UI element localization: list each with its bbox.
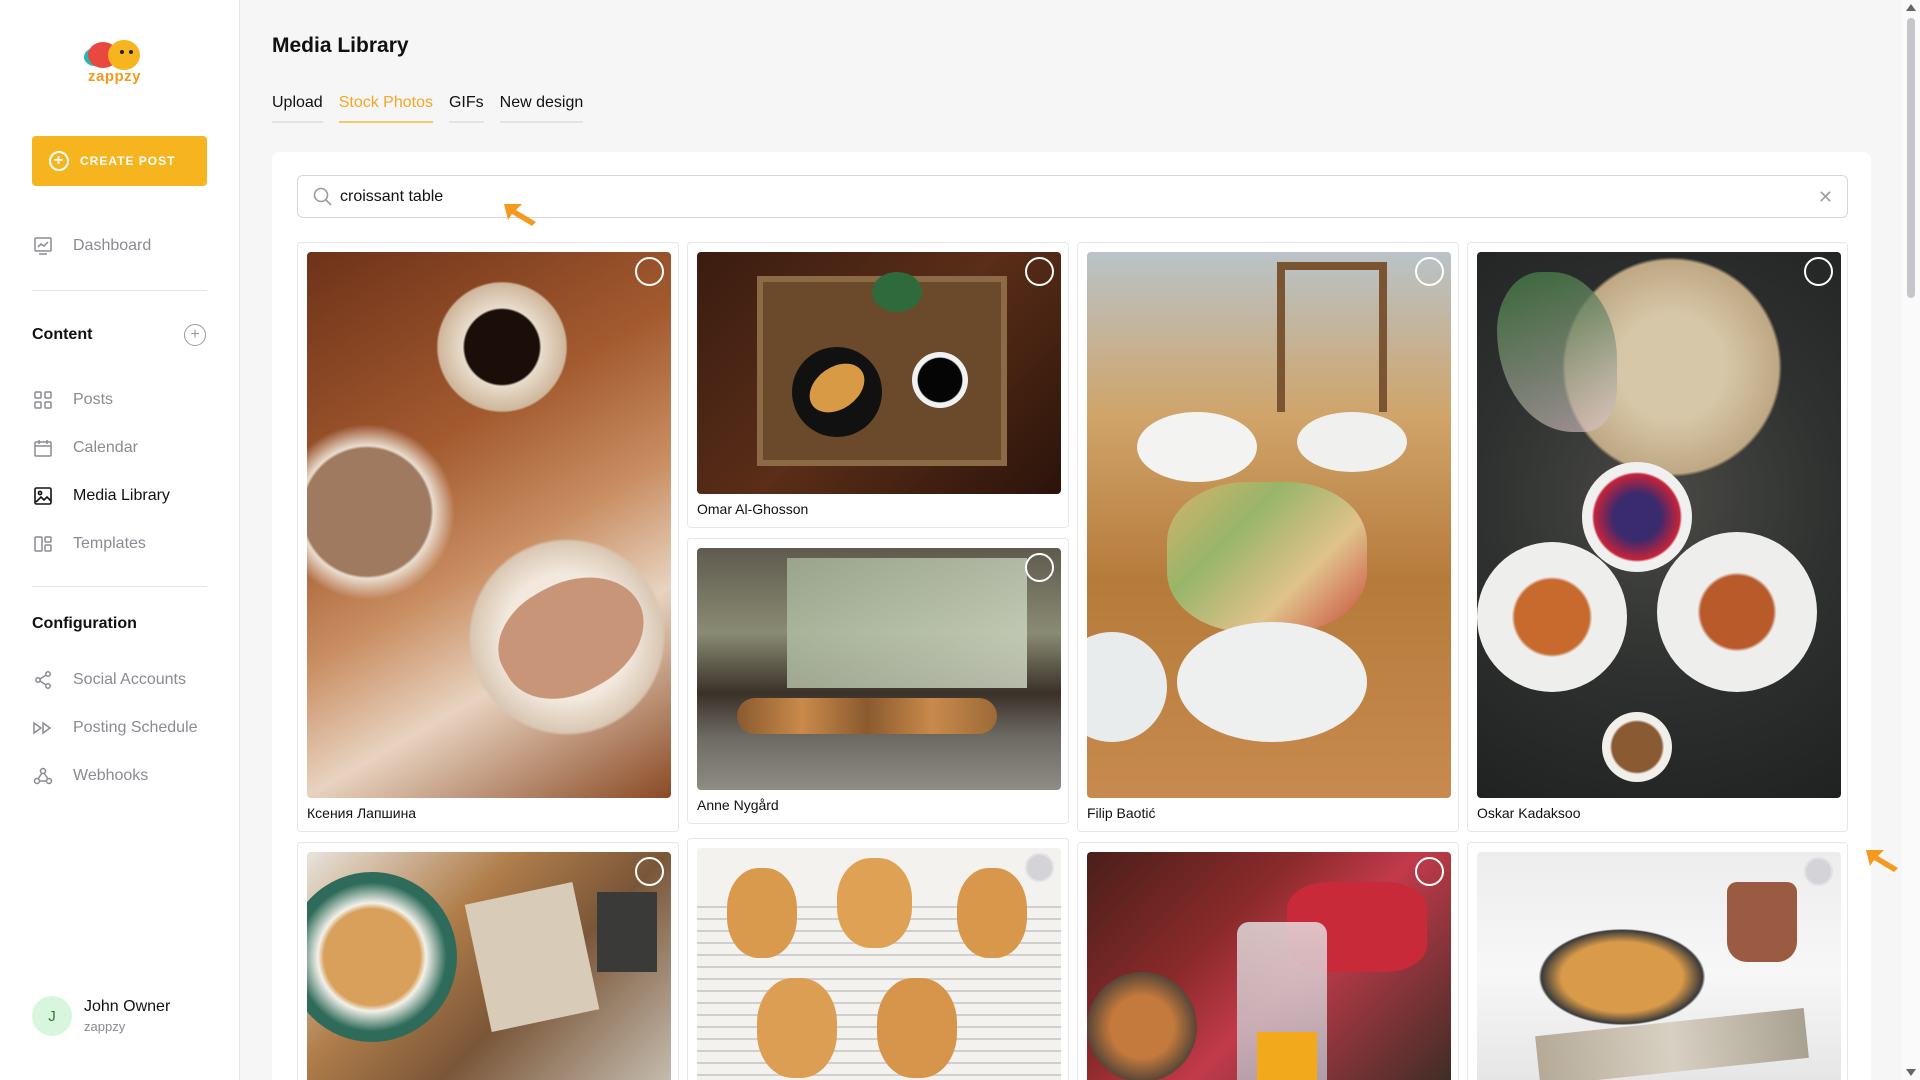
photo-image xyxy=(697,848,1061,1080)
sidebar-item-dashboard[interactable]: Dashboard xyxy=(32,235,151,257)
avatar: J xyxy=(32,996,72,1036)
clear-search-icon[interactable]: ✕ xyxy=(1818,187,1833,208)
sidebar-item-label: Templates xyxy=(73,535,146,552)
sidebar-item-templates[interactable]: Templates xyxy=(32,533,146,555)
sidebar-item-label: Social Accounts xyxy=(73,671,186,688)
photo-credit: Omar Al-Ghosson xyxy=(697,501,809,517)
calendar-icon xyxy=(32,437,54,459)
select-photo-checkbox[interactable] xyxy=(1415,257,1444,286)
user-profile[interactable]: J John Owner zappzy xyxy=(32,996,170,1036)
sidebar-item-posting-schedule[interactable]: Posting Schedule xyxy=(32,717,198,739)
photo-credit: Oskar Kadaksoo xyxy=(1477,805,1581,821)
select-photo-checkbox[interactable] xyxy=(1804,257,1833,286)
logo-text: zappzy xyxy=(88,68,142,85)
photo-card[interactable]: Oskar Kadaksoo xyxy=(1467,242,1848,832)
schedule-icon xyxy=(32,717,54,739)
sidebar-item-posts[interactable]: Posts xyxy=(32,389,113,411)
scroll-down-icon[interactable] xyxy=(1906,1069,1916,1076)
user-org: zappzy xyxy=(84,1019,126,1034)
share-icon xyxy=(32,669,54,691)
tab-stock-photos[interactable]: Stock Photos xyxy=(338,94,433,123)
sidebar-item-label: Posts xyxy=(73,391,114,408)
tab-gifs[interactable]: GIFs xyxy=(448,94,484,123)
plus-circle-icon: + xyxy=(49,151,69,171)
photo-card[interactable]: Omar Al-Ghosson xyxy=(687,242,1069,528)
sidebar-item-calendar[interactable]: Calendar xyxy=(32,437,138,459)
create-post-button[interactable]: + CREATE POST xyxy=(32,136,207,186)
photo-image xyxy=(1087,852,1451,1080)
photo-card[interactable] xyxy=(1467,842,1848,1080)
sidebar-item-label: Dashboard xyxy=(73,237,152,254)
select-photo-checkbox[interactable] xyxy=(635,857,664,886)
arrow-annotation xyxy=(1866,850,1898,872)
photo-card[interactable] xyxy=(297,842,679,1080)
photo-credit: Filip Baotić xyxy=(1087,805,1156,821)
sidebar-item-label: Media Library xyxy=(73,487,170,504)
zappzy-logo[interactable]: zappzy xyxy=(82,36,156,88)
photo-image xyxy=(697,548,1061,790)
photo-image xyxy=(1477,252,1841,798)
page-title: Media Library xyxy=(272,34,409,57)
sidebar-item-label: Calendar xyxy=(73,439,138,456)
select-photo-checkbox[interactable] xyxy=(1415,857,1444,886)
photo-card[interactable]: Anne Nygård xyxy=(687,538,1069,824)
photo-image xyxy=(1477,852,1841,1080)
photo-image xyxy=(307,852,671,1080)
sidebar-item-label: Posting Schedule xyxy=(73,719,198,736)
photo-image xyxy=(1087,252,1451,798)
sidebar-item-media-library[interactable]: Media Library xyxy=(32,485,170,507)
content-section-title: Content xyxy=(32,326,93,343)
add-content-icon[interactable]: + xyxy=(184,324,206,346)
divider xyxy=(32,290,207,291)
sidebar: zappzy + CREATE POST Dashboard Content +… xyxy=(0,0,240,1080)
photo-card[interactable]: Filip Baotić xyxy=(1077,242,1459,832)
user-name: John Owner xyxy=(84,998,171,1015)
media-tabs: Upload Stock Photos GIFs New design xyxy=(272,94,584,123)
select-photo-checkbox[interactable] xyxy=(1804,857,1833,886)
select-photo-checkbox[interactable] xyxy=(1025,257,1054,286)
divider xyxy=(32,586,207,587)
vertical-scrollbar[interactable] xyxy=(1902,0,1920,1080)
tab-new-design[interactable]: New design xyxy=(499,94,584,123)
arrow-annotation xyxy=(504,204,536,226)
sidebar-item-label: Webhooks xyxy=(73,767,149,784)
photo-card[interactable]: Ксения Лапшина xyxy=(297,242,679,832)
sidebar-item-webhooks[interactable]: Webhooks xyxy=(32,765,148,787)
scroll-up-icon[interactable] xyxy=(1906,4,1916,11)
webhook-icon xyxy=(32,765,54,787)
scrollbar-thumb[interactable] xyxy=(1907,18,1915,298)
photo-card[interactable] xyxy=(1077,842,1459,1080)
image-icon xyxy=(32,485,54,507)
photo-credit: Anne Nygård xyxy=(697,797,779,813)
grid-icon xyxy=(32,389,54,411)
select-photo-checkbox[interactable] xyxy=(635,257,664,286)
tab-upload[interactable]: Upload xyxy=(272,94,323,123)
photo-card[interactable] xyxy=(687,838,1069,1080)
photo-image xyxy=(307,252,671,798)
photo-image xyxy=(697,252,1061,494)
select-photo-checkbox[interactable] xyxy=(1025,853,1054,882)
dashboard-icon xyxy=(32,235,54,257)
photo-credit: Ксения Лапшина xyxy=(307,805,417,821)
create-post-label: CREATE POST xyxy=(80,154,176,168)
templates-icon xyxy=(32,533,54,555)
search-input[interactable] xyxy=(340,187,1790,206)
sidebar-item-social-accounts[interactable]: Social Accounts xyxy=(32,669,186,691)
select-photo-checkbox[interactable] xyxy=(1025,553,1054,582)
configuration-section-title: Configuration xyxy=(32,615,137,632)
search-icon xyxy=(313,187,332,206)
